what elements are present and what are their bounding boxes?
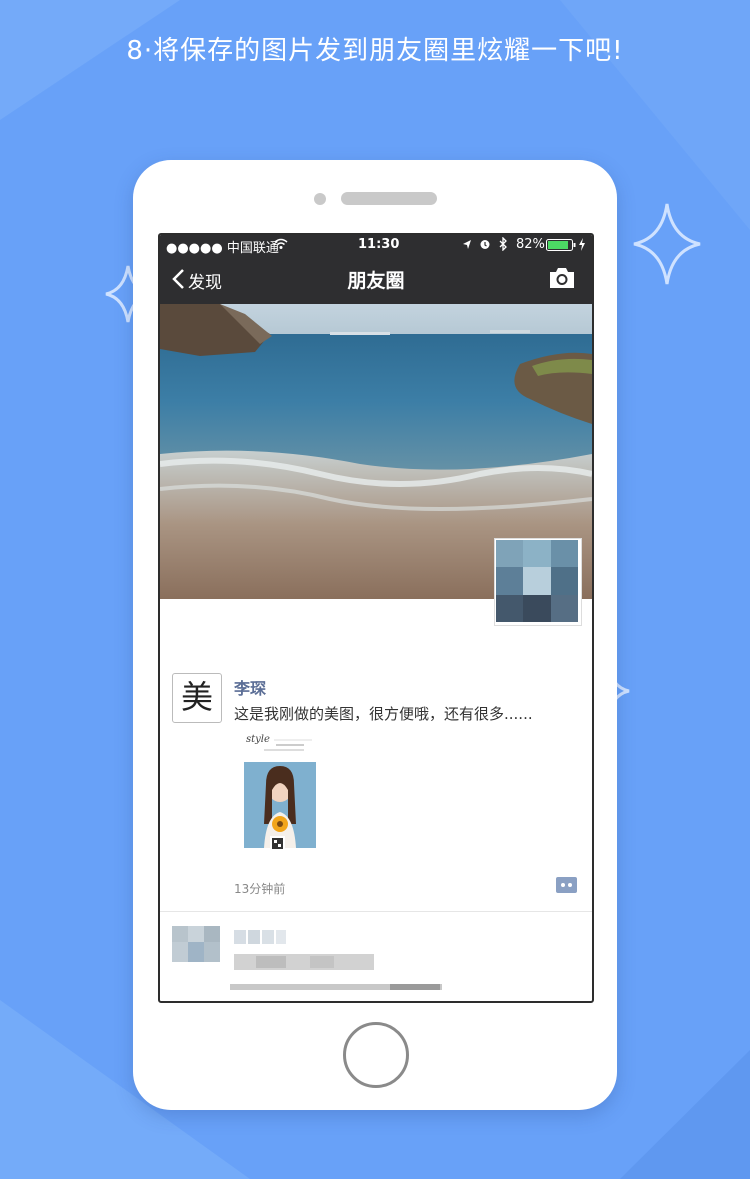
- camera-icon[interactable]: [548, 267, 576, 289]
- comment-icon[interactable]: [556, 877, 577, 893]
- pixelated-avatar-image: [496, 540, 578, 622]
- alarm-icon: [480, 240, 490, 249]
- speaker-grille: [341, 192, 437, 205]
- post-text: 这是我刚做的美图，很方便哦，还有很多......: [234, 705, 533, 723]
- battery-percent: 82%: [516, 237, 545, 252]
- portrait-photo: [244, 739, 316, 851]
- page-title: 朋友圈: [347, 270, 405, 292]
- profile-avatar[interactable]: [494, 538, 582, 626]
- phone-frame: ●●●●● 中国联通 11:30 82% 发现 朋友圈 美 李琛 这是我刚做的美…: [133, 160, 617, 1110]
- location-icon: [463, 240, 471, 249]
- clock-time: 11:30: [358, 237, 400, 252]
- status-bar: ●●●●● 中国联通 11:30 82%: [160, 235, 592, 256]
- headline-text: 8·将保存的图片发到朋友圈里炫耀一下吧!: [126, 36, 624, 66]
- wifi-icon: [274, 238, 288, 249]
- next-post-blurred: [160, 912, 592, 1001]
- pixelated-post-preview: [172, 926, 442, 990]
- phone-screen: ●●●●● 中国联通 11:30 82% 发现 朋友圈 美 李琛 这是我刚做的美…: [158, 233, 594, 1003]
- post-timestamp: 13分钟前: [234, 882, 286, 896]
- post-image[interactable]: style: [242, 732, 316, 860]
- front-camera: [314, 193, 326, 205]
- navigation-bar: 发现 朋友圈: [160, 254, 592, 304]
- post-author-name[interactable]: 李琛: [234, 675, 266, 699]
- post-author-avatar[interactable]: 美: [172, 673, 222, 723]
- charging-icon: [579, 238, 585, 251]
- home-button[interactable]: [343, 1022, 409, 1088]
- post-image-caption: style: [246, 734, 270, 745]
- sparkle-icon: [633, 203, 701, 285]
- bluetooth-icon: [499, 237, 507, 251]
- battery-icon: [546, 239, 576, 251]
